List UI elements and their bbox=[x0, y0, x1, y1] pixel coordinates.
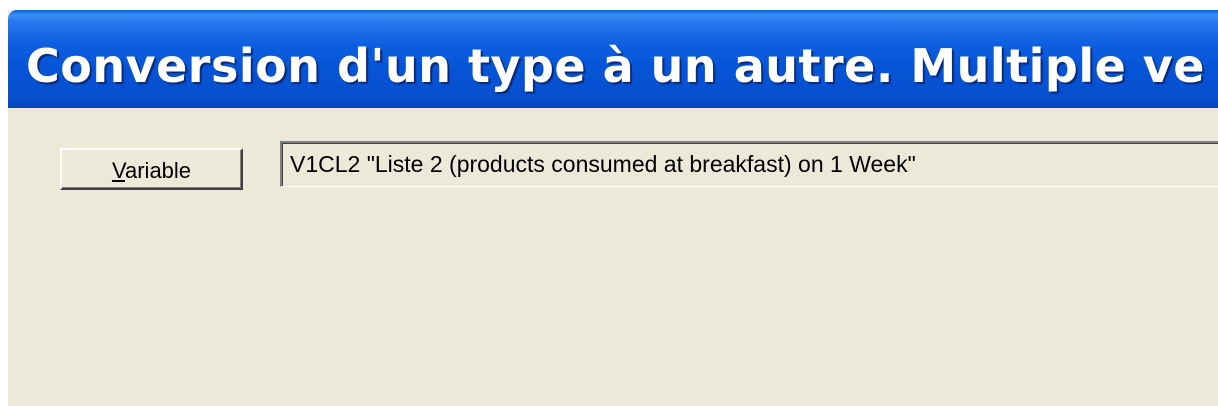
dialog-client-area: Variable V1CL2 "Liste 2 (products consum… bbox=[8, 108, 1218, 406]
dialog-window: Conversion d'un type à un autre. Multipl… bbox=[8, 10, 1218, 406]
variable-button[interactable]: Variable bbox=[60, 148, 243, 190]
variable-button-mnemonic: V bbox=[111, 158, 125, 183]
title-bar[interactable]: Conversion d'un type à un autre. Multipl… bbox=[8, 10, 1218, 108]
variable-button-label-rest: ariable bbox=[125, 158, 192, 183]
variable-field[interactable]: V1CL2 "Liste 2 (products consumed at bre… bbox=[280, 141, 1218, 187]
variable-field-value: V1CL2 "Liste 2 (products consumed at bre… bbox=[290, 151, 916, 177]
variable-button-label: Variable bbox=[112, 154, 191, 184]
screen: Conversion d'un type à un autre. Multipl… bbox=[0, 0, 1218, 406]
window-title: Conversion d'un type à un autre. Multipl… bbox=[26, 39, 1205, 93]
